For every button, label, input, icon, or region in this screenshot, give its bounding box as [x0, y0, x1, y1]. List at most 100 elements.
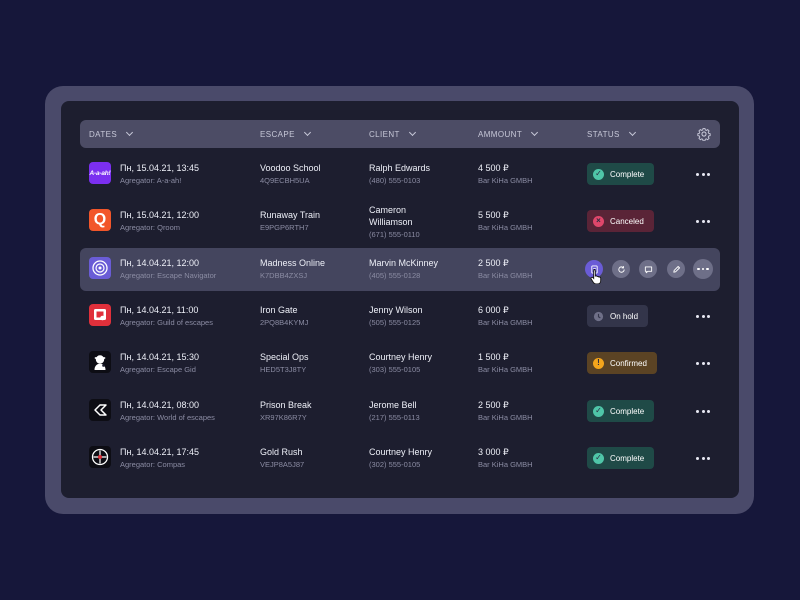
date-cell: Пн, 15.04.21, 13:45 Agregator: A-a-ah! [120, 162, 199, 186]
more-icon [697, 267, 709, 271]
chevron-down-icon [531, 128, 539, 137]
date-cell-text: Пн, 15.04.21, 13:45 [120, 163, 199, 173]
amount-cell-subtext: Bar KiHa GMBH [478, 365, 533, 374]
escape-cell: Gold Rush VEJP8A5J87 [260, 446, 304, 470]
refresh-button[interactable] [612, 260, 630, 278]
chevron-down-icon [303, 128, 311, 137]
date-cell-subtext: Agregator: World of escapes [120, 413, 215, 422]
date-cell-subtext: Agregator: A-a-ah! [120, 176, 182, 185]
amount-cell-text: 2 500 ₽ [478, 400, 509, 410]
edit-button[interactable] [667, 260, 685, 278]
client-cell-subtext: (505) 555-0125 [369, 318, 421, 327]
logo-text: A-a-ah! [89, 169, 111, 177]
status-label: Complete [610, 453, 645, 463]
amount-cell-text: 1 500 ₽ [478, 352, 509, 362]
escape-navigator-logo-icon [89, 257, 111, 279]
more-options-icon[interactable] [696, 313, 710, 319]
amount-cell: 1 500 ₽ Bar KiHa GMBH [478, 351, 533, 375]
client-cell: Marvin McKinney (405) 555-0128 [369, 257, 438, 281]
column-header-client[interactable]: CLIENT [369, 120, 416, 148]
column-label: AMMOUNT [478, 129, 523, 139]
refresh-icon [617, 265, 626, 274]
status-label: On hold [610, 311, 639, 321]
more-options-icon[interactable] [696, 408, 710, 414]
client-cell-text: Williamson [369, 217, 413, 227]
client-cell: Courtney Henry (303) 555-0105 [369, 351, 432, 375]
column-header-status[interactable]: STATUS [587, 120, 636, 148]
client-cell-subtext: (671) 555-0110 [369, 230, 420, 239]
client-cell: Cameron Williamson (671) 555-0110 [369, 204, 420, 240]
gear-icon[interactable] [697, 127, 711, 141]
more-options-icon[interactable] [696, 455, 710, 461]
client-cell: Jenny Wilson (505) 555-0125 [369, 304, 423, 328]
client-cell-text: Jerome Bell [369, 400, 417, 410]
escape-cell-text: Iron Gate [260, 305, 298, 315]
column-header-dates[interactable]: DATES [89, 120, 134, 148]
status-badge: × Canceled [587, 210, 654, 232]
escape-gid-logo-icon [89, 351, 111, 373]
escape-cell-subtext: 4Q9ECBH5UA [260, 176, 310, 185]
escape-cell-subtext: 2PQ8B4KYMJ [260, 318, 309, 327]
client-cell-subtext: (303) 555-0105 [369, 365, 421, 374]
date-cell: Пн, 14.04.21, 17:45 Agregator: Compas [120, 446, 199, 470]
amount-cell-subtext: Bar KiHa GMBH [478, 413, 533, 422]
escape-cell: Voodoo School 4Q9ECBH5UA [260, 162, 321, 186]
status-icon: × [593, 215, 604, 227]
escape-cell-text: Special Ops [260, 352, 309, 362]
client-cell-text: Courtney Henry [369, 352, 433, 362]
amount-cell-text: 5 500 ₽ [478, 210, 509, 220]
edit-icon [672, 265, 681, 274]
amount-cell-subtext: Bar KiHa GMBH [478, 223, 533, 232]
client-cell-subtext: (405) 555-0128 [369, 271, 421, 280]
logo-text: Q [93, 211, 107, 228]
comment-button[interactable] [639, 260, 657, 278]
amount-cell-text: 3 000 ₽ [478, 447, 509, 457]
date-cell-subtext: Agregator: Compas [120, 460, 186, 469]
column-label: CLIENT [369, 129, 400, 139]
date-cell-subtext: Agregator: Qroom [120, 223, 181, 232]
aaah-logo-icon: A-a-ah! [89, 162, 111, 184]
amount-cell-text: 4 500 ₽ [478, 163, 509, 173]
column-label: ESCAPE [260, 129, 295, 139]
status-icon: ✓ [593, 405, 604, 417]
more-options-icon[interactable] [696, 218, 710, 224]
table-row[interactable]: Пн, 14.04.21, 11:00 Agregator: Guild of e… [80, 295, 720, 338]
table-row[interactable]: Пн, 14.04.21, 17:45 Agregator: Compas Gold… [80, 437, 720, 480]
client-cell: Courtney Henry (302) 555-0105 [369, 446, 432, 470]
chevron-down-icon [408, 128, 416, 137]
amount-cell: 5 500 ₽ Bar KiHa GMBH [478, 209, 533, 233]
compas-logo-icon [89, 446, 111, 468]
status-label: Complete [610, 169, 645, 179]
table-row[interactable]: Q Пн, 15.04.21, 12:00 Agregator: Qroom Runa… [80, 200, 720, 243]
date-cell: Пн, 14.04.21, 11:00 Agregator: Guild of e… [120, 304, 213, 328]
client-cell-text: Marvin McKinney [369, 258, 439, 268]
client-cell: Jerome Bell (217) 555-0113 [369, 399, 420, 423]
status-label: Confirmed [610, 358, 647, 368]
column-header-escape[interactable]: ESCAPE [260, 120, 311, 148]
status-icon [593, 311, 604, 322]
table-header: DATES ESCAPE CLIENT AMMOUNT STATUS [80, 120, 720, 148]
date-cell: Пн, 15.04.21, 12:00 Agregator: Qroom [120, 209, 199, 233]
date-cell-text: Пн, 14.04.21, 12:00 [120, 258, 199, 268]
more-button[interactable] [693, 259, 713, 279]
amount-cell: 6 000 ₽ Bar KiHa GMBH [478, 304, 533, 328]
escape-cell: Special Ops HED5T3J8TY [260, 351, 309, 375]
escape-cell-text: Gold Rush [260, 447, 303, 457]
table-row[interactable]: Пн, 14.04.21, 12:00 Agregator: Escape Nav… [80, 248, 720, 291]
table-row[interactable]: Пн, 14.04.21, 08:00 Agregator: World of e… [80, 390, 720, 433]
escape-cell-subtext: E9PGP6RTH7 [260, 223, 309, 232]
escape-cell-subtext: HED5T3J8TY [260, 365, 307, 374]
more-options-icon[interactable] [696, 171, 710, 177]
more-options-icon[interactable] [696, 360, 710, 366]
table-row[interactable]: Пн, 14.04.21, 15:30 Agregator: Escape Gid… [80, 342, 720, 385]
escape-cell-text: Madness Online [260, 258, 326, 268]
amount-cell-subtext: Bar KiHa GMBH [478, 318, 533, 327]
status-label: Complete [610, 406, 645, 416]
column-header-amount[interactable]: AMMOUNT [478, 120, 539, 148]
table-row[interactable]: A-a-ah! Пн, 15.04.21, 13:45 Agregator: A-a… [80, 153, 720, 196]
amount-cell: 2 500 ₽ Bar KiHa GMBH [478, 257, 533, 281]
status-label: Canceled [610, 216, 644, 226]
comment-icon [644, 265, 653, 274]
client-cell-subtext: (480) 555-0103 [369, 176, 421, 185]
escape-cell-text: Prison Break [260, 400, 312, 410]
